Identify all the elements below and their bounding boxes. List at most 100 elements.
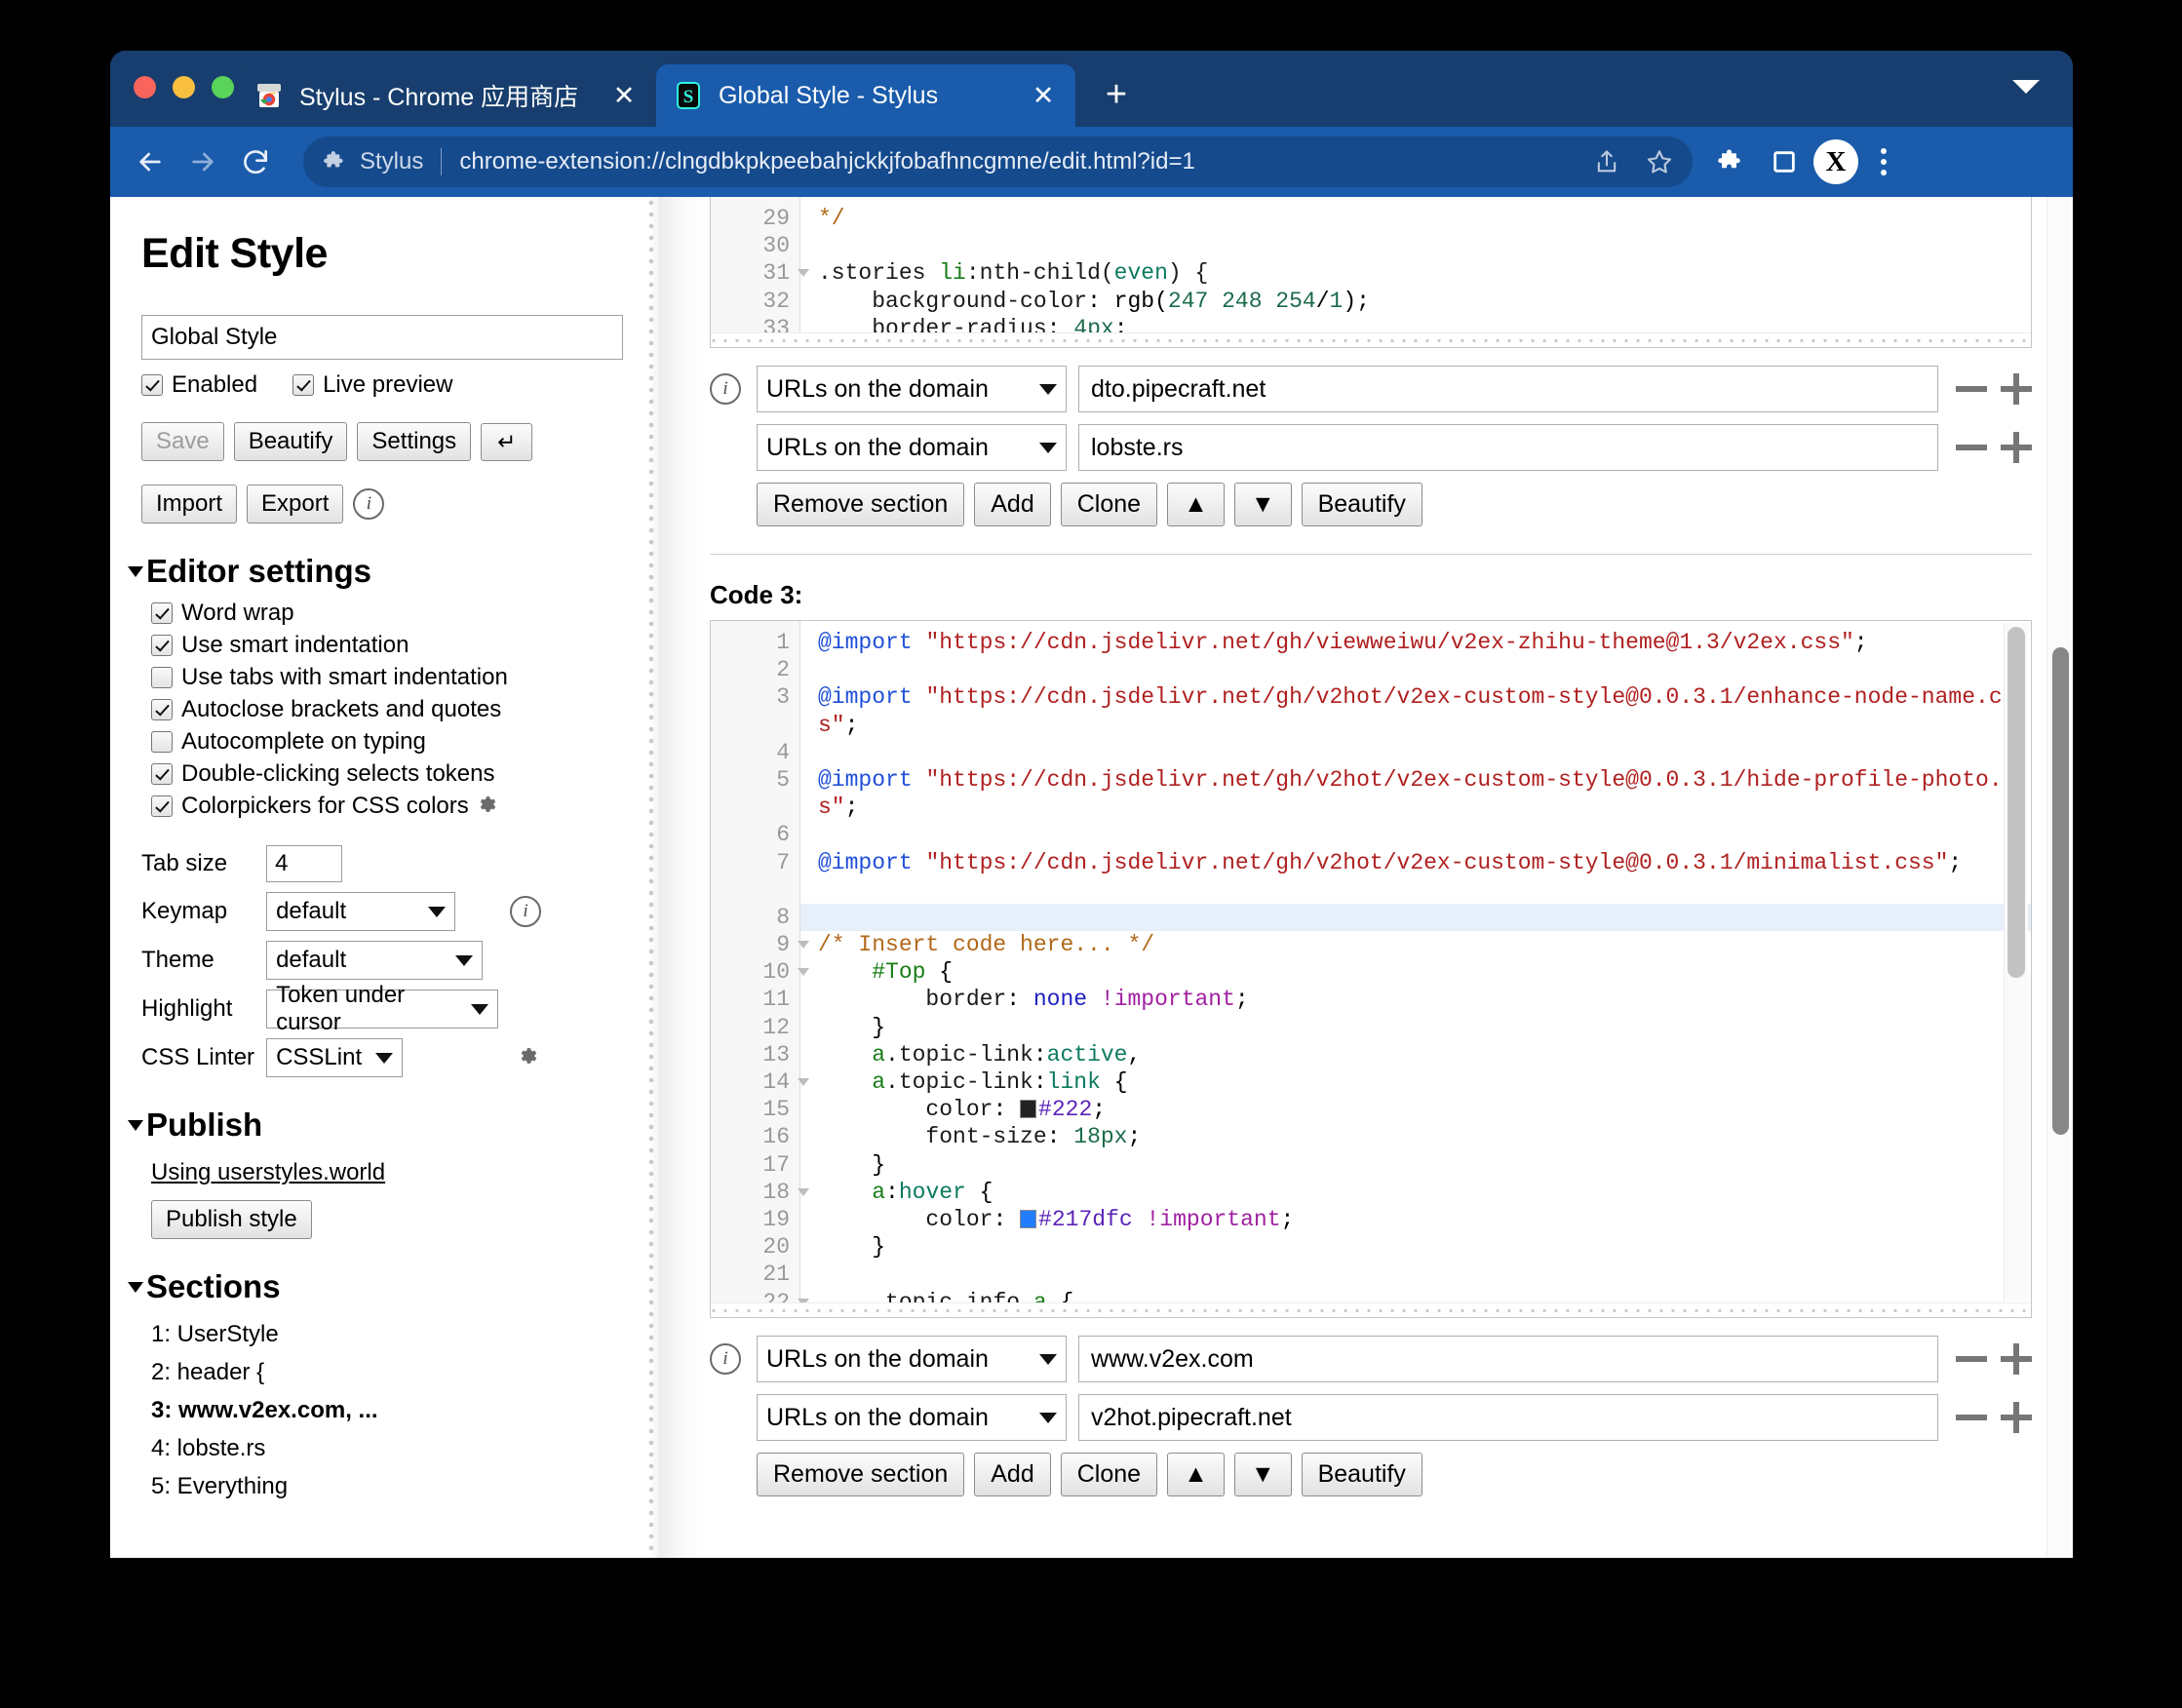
autoclose-brackets-checkbox[interactable] xyxy=(151,699,173,720)
collapse-triangle-icon[interactable] xyxy=(128,1281,143,1293)
remove-applies-to-button[interactable] xyxy=(1956,1402,1987,1433)
sidebar-section-item-5[interactable]: 5: Everything xyxy=(151,1467,643,1505)
remove-applies-to-button[interactable] xyxy=(1956,1343,1987,1375)
line-number[interactable]: 18 xyxy=(711,1179,809,1206)
publish-header[interactable]: Publish xyxy=(128,1106,643,1144)
tab-stylus-editor[interactable]: S Global Style - Stylus ✕ xyxy=(656,64,1075,127)
code-editor-section-2[interactable]: 29 30 31 32 33 34 */ .stories li:nth-chi… xyxy=(710,197,2032,348)
maximize-window-button[interactable] xyxy=(212,76,234,98)
info-icon[interactable]: i xyxy=(710,1343,741,1375)
star-icon[interactable] xyxy=(1636,138,1683,185)
add-applies-to-button[interactable] xyxy=(2001,373,2032,405)
clone-section-button[interactable]: Clone xyxy=(1060,483,1158,526)
autocomplete-checkbox[interactable] xyxy=(151,731,173,753)
clone-section-button[interactable]: Clone xyxy=(1060,1453,1158,1496)
enabled-checkbox[interactable] xyxy=(141,374,163,396)
gear-icon[interactable] xyxy=(476,795,500,819)
collapse-triangle-icon[interactable] xyxy=(128,565,143,577)
add-applies-to-button[interactable] xyxy=(2001,1402,2032,1433)
applies-to-value-input[interactable] xyxy=(1078,424,1938,471)
minimize-window-button[interactable] xyxy=(173,76,195,98)
line-number[interactable]: 10 xyxy=(711,958,809,986)
move-section-up-button[interactable]: ▲ xyxy=(1167,1453,1225,1496)
code-editor-section-3[interactable]: 1 2 3 4 5 6 7 8 9 10 11 12 13 14 15 16 1… xyxy=(710,620,2032,1318)
color-swatch[interactable] xyxy=(1020,1209,1037,1228)
remove-section-button[interactable]: Remove section xyxy=(757,1453,965,1496)
remove-section-button[interactable]: Remove section xyxy=(757,483,965,526)
close-tab-button[interactable]: ✕ xyxy=(1027,82,1060,109)
remove-applies-to-button[interactable] xyxy=(1956,373,1987,405)
sidebar-section-item-1[interactable]: 1: UserStyle xyxy=(151,1315,643,1353)
share-icon[interactable] xyxy=(1583,138,1630,185)
highlight-select[interactable]: Token under cursor xyxy=(266,982,499,1035)
sections-header[interactable]: Sections xyxy=(128,1268,643,1305)
add-applies-to-button[interactable] xyxy=(2001,432,2032,463)
gear-icon[interactable] xyxy=(517,1046,541,1070)
sidebar-section-item-2[interactable]: 2: header { xyxy=(151,1353,643,1391)
smart-indentation-checkbox[interactable] xyxy=(151,635,173,656)
applies-to-type-select[interactable]: URLs on the domain xyxy=(757,424,1067,471)
beautify-section-button[interactable]: Beautify xyxy=(1301,1453,1422,1496)
back-arrow-icon[interactable] xyxy=(124,136,176,188)
style-name-input[interactable] xyxy=(141,315,623,360)
undo-button[interactable]: ↵ xyxy=(481,422,533,461)
close-window-button[interactable] xyxy=(134,76,156,98)
option-tabs-with-smart-indentation[interactable]: Use tabs with smart indentation xyxy=(151,664,643,691)
code-content[interactable]: @import "https://cdn.jsdelivr.net/gh/vie… xyxy=(800,621,2031,1317)
forward-arrow-icon[interactable] xyxy=(176,136,229,188)
code-horizontal-scrollbar[interactable] xyxy=(711,332,2031,347)
option-smart-indentation[interactable]: Use smart indentation xyxy=(151,632,643,659)
reload-icon[interactable] xyxy=(229,136,282,188)
tab-list-chevron-down-icon[interactable] xyxy=(2012,80,2040,94)
option-word-wrap[interactable]: Word wrap xyxy=(151,600,643,627)
sidebar-section-item-3[interactable]: 3: www.v2ex.com, ... xyxy=(151,1391,643,1429)
option-colorpickers[interactable]: Colorpickers for CSS colors xyxy=(151,793,643,820)
applies-to-value-input[interactable] xyxy=(1078,1394,1938,1441)
live-preview-checkbox[interactable] xyxy=(292,374,315,396)
collapse-triangle-icon[interactable] xyxy=(128,1119,143,1131)
export-button[interactable]: Export xyxy=(247,485,344,524)
tab-size-input[interactable] xyxy=(266,845,343,882)
color-swatch[interactable] xyxy=(1020,1100,1037,1119)
add-applies-to-button[interactable] xyxy=(2001,1343,2032,1375)
address-bar[interactable]: Stylus chrome-extension://clngdbkpkpeeba… xyxy=(303,136,1693,187)
sidebar-resize-handle[interactable] xyxy=(643,197,659,1558)
remove-applies-to-button[interactable] xyxy=(1956,432,1987,463)
keymap-select[interactable]: default xyxy=(266,892,456,931)
double-click-tokens-checkbox[interactable] xyxy=(151,763,173,785)
option-double-click-selects-tokens[interactable]: Double-clicking selects tokens xyxy=(151,760,643,788)
add-section-button[interactable]: Add xyxy=(974,483,1051,526)
editor-settings-header[interactable]: Editor settings xyxy=(128,553,643,590)
move-section-up-button[interactable]: ▲ xyxy=(1167,483,1225,526)
avatar[interactable]: X xyxy=(1813,139,1858,184)
move-section-down-button[interactable]: ▼ xyxy=(1233,1453,1292,1496)
keymap-info-icon[interactable]: i xyxy=(510,896,542,927)
codemirror[interactable]: 29 30 31 32 33 34 */ .stories li:nth-chi… xyxy=(711,197,2031,347)
new-tab-button[interactable]: + xyxy=(1097,76,1136,117)
close-tab-button[interactable]: ✕ xyxy=(607,82,641,109)
codemirror[interactable]: 1 2 3 4 5 6 7 8 9 10 11 12 13 14 15 16 1… xyxy=(711,621,2031,1317)
scrollbar-thumb[interactable] xyxy=(2052,647,2069,1135)
applies-to-value-input[interactable] xyxy=(1078,1336,1938,1382)
code-vertical-scrollbar[interactable] xyxy=(2004,623,2028,1301)
applies-to-type-select[interactable]: URLs on the domain xyxy=(757,1394,1067,1441)
option-autocomplete-on-typing[interactable]: Autocomplete on typing xyxy=(151,728,643,756)
beautify-section-button[interactable]: Beautify xyxy=(1301,483,1422,526)
option-autoclose-brackets[interactable]: Autoclose brackets and quotes xyxy=(151,696,643,723)
move-section-down-button[interactable]: ▼ xyxy=(1233,483,1292,526)
import-button[interactable]: Import xyxy=(141,485,238,524)
userstyles-world-link[interactable]: Using userstyles.world xyxy=(151,1159,385,1186)
chrome-menu-button[interactable] xyxy=(1864,138,1903,185)
beautify-button[interactable]: Beautify xyxy=(233,422,348,461)
line-number[interactable]: 31 xyxy=(711,259,809,287)
side-panel-icon[interactable] xyxy=(1761,138,1808,185)
colorpickers-checkbox[interactable] xyxy=(151,796,173,817)
code-horizontal-scrollbar[interactable] xyxy=(711,1302,2031,1317)
page-vertical-scrollbar[interactable] xyxy=(2046,197,2073,1558)
info-icon[interactable]: i xyxy=(710,373,741,405)
publish-style-button[interactable]: Publish style xyxy=(151,1200,312,1239)
extensions-puzzle-icon[interactable] xyxy=(1708,138,1755,185)
applies-to-value-input[interactable] xyxy=(1078,366,1938,412)
word-wrap-checkbox[interactable] xyxy=(151,602,173,624)
tabs-indentation-checkbox[interactable] xyxy=(151,667,173,688)
